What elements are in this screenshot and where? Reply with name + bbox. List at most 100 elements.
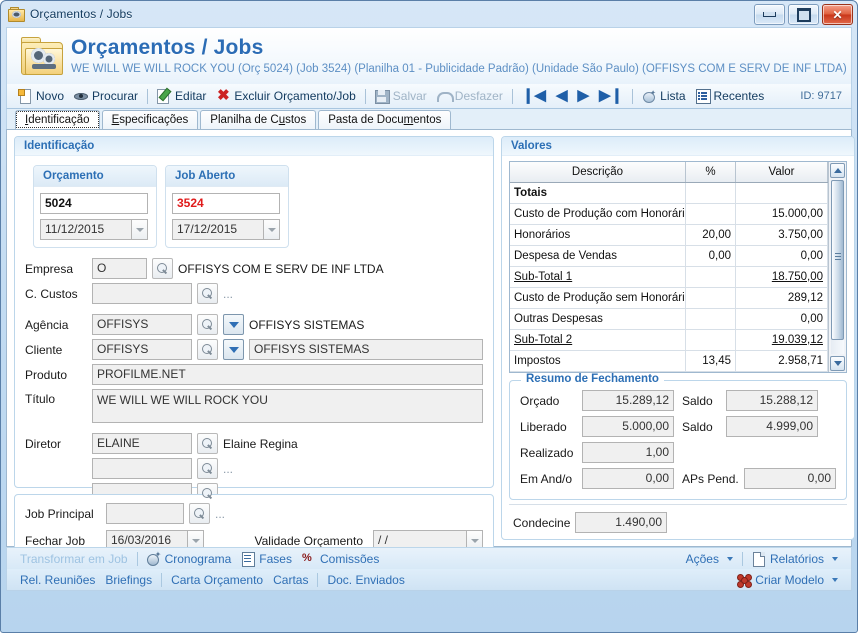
excluir-button[interactable]: ✖ Excluir Orçamento/Job bbox=[211, 86, 360, 107]
orcado-input[interactable]: 15.289,12 bbox=[582, 390, 674, 411]
maximize-button[interactable] bbox=[788, 4, 819, 25]
cliente-dropdown-button[interactable] bbox=[223, 339, 244, 360]
aps-pendentes-input[interactable]: 0,00 bbox=[744, 468, 836, 489]
carta-orcamento-button[interactable]: Carta Orçamento bbox=[166, 573, 268, 587]
nav-prev-button[interactable]: ◀ bbox=[551, 86, 573, 106]
column-header-descricao[interactable]: Descrição bbox=[510, 162, 686, 183]
ccustos-input[interactable] bbox=[92, 283, 192, 304]
agencia-input[interactable]: OFFISYS bbox=[92, 314, 192, 335]
job-principal-input[interactable] bbox=[106, 503, 184, 524]
saldo-orcado-input[interactable]: 15.288,12 bbox=[726, 390, 818, 411]
condecine-input[interactable]: 1.490,00 bbox=[575, 512, 667, 533]
chevron-down-icon bbox=[191, 538, 200, 543]
page-title: Orçamentos / Jobs bbox=[71, 35, 264, 59]
nav-first-button[interactable]: ❙◀ bbox=[517, 86, 551, 106]
table-row[interactable]: Custo de Produção com Honorários 15.000,… bbox=[510, 203, 828, 225]
orcamento-number-input[interactable]: 5024 bbox=[40, 193, 148, 214]
cartas-button[interactable]: Cartas bbox=[268, 573, 313, 587]
tab-planilha-de-custos[interactable]: Planilha de Custos bbox=[200, 110, 317, 129]
diretor2-input[interactable] bbox=[92, 458, 192, 479]
tab-pasta-de-documentos[interactable]: Pasta de Documentos bbox=[318, 110, 452, 129]
left-column: Identificação Orçamento 5024 11/12/2015 bbox=[14, 136, 494, 559]
orcamento-date-dropdown-button[interactable] bbox=[131, 219, 148, 240]
nav-last-button[interactable]: ▶❙ bbox=[594, 86, 628, 106]
chevron-down-icon bbox=[228, 346, 239, 353]
main-toolbar: Novo Procurar Editar ✖ Excluir Orçamento… bbox=[6, 84, 852, 109]
scroll-down-button[interactable] bbox=[830, 356, 845, 371]
table-row[interactable]: Impostos 13,45 2.958,71 bbox=[510, 350, 828, 372]
realizado-input[interactable]: 1,00 bbox=[582, 442, 674, 463]
table-row[interactable]: Honorários 20,00 3.750,00 bbox=[510, 224, 828, 246]
lista-button[interactable]: ✦ Lista bbox=[637, 86, 690, 107]
table-row[interactable]: Sub-Total 2 19.039,12 bbox=[510, 329, 828, 351]
diretor2-search-button[interactable] bbox=[197, 458, 218, 479]
acoes-menu-button[interactable]: Ações bbox=[681, 552, 738, 566]
editar-button[interactable]: Editar bbox=[152, 86, 211, 107]
table-row[interactable]: Despesa de Vendas 0,00 0,00 bbox=[510, 245, 828, 267]
orcamento-date-combo[interactable]: 11/12/2015 bbox=[40, 219, 148, 240]
job-principal-search-button[interactable] bbox=[189, 503, 210, 524]
em-andamento-input[interactable]: 0,00 bbox=[582, 468, 674, 489]
job-aberto-number-input[interactable]: 3524 bbox=[172, 193, 280, 214]
agencia-dropdown-button[interactable] bbox=[223, 314, 244, 335]
novo-button[interactable]: Novo bbox=[13, 86, 69, 107]
close-button[interactable]: ✕ bbox=[822, 4, 853, 25]
orcamento-date-input[interactable]: 11/12/2015 bbox=[40, 219, 131, 240]
cliente-search-button[interactable] bbox=[197, 339, 218, 360]
ccustos-search-button[interactable] bbox=[197, 283, 218, 304]
cell-descricao: Outras Despesas bbox=[510, 308, 686, 330]
scroll-up-button[interactable] bbox=[830, 163, 845, 178]
fases-button[interactable]: Fases bbox=[236, 551, 297, 567]
scrollbar-thumb[interactable] bbox=[831, 180, 844, 340]
column-header-valor[interactable]: Valor bbox=[735, 162, 828, 183]
valores-vertical-scrollbar[interactable] bbox=[828, 162, 846, 372]
valores-group: Valores Descrição % Valor Totais Custo d… bbox=[501, 136, 855, 540]
cliente-description-input[interactable]: OFFISYS SISTEMAS bbox=[249, 339, 483, 360]
job-aberto-date-input[interactable]: 17/12/2015 bbox=[172, 219, 263, 240]
diretor-search-button[interactable] bbox=[197, 433, 218, 454]
cell-descricao: Honorários bbox=[510, 224, 686, 246]
liberado-label: Liberado bbox=[520, 419, 567, 434]
title-bar: Orçamentos / Jobs ✕ bbox=[1, 1, 857, 27]
tab-content-identificacao: Identificação Orçamento 5024 11/12/2015 bbox=[6, 129, 855, 559]
cronograma-button[interactable]: ✦ Cronograma bbox=[142, 550, 237, 566]
produto-input[interactable]: PROFILME.NET bbox=[92, 364, 483, 385]
tab-identificacao[interactable]: IIdentificaçãodentificação bbox=[15, 110, 100, 129]
column-header-percent[interactable]: % bbox=[685, 162, 736, 183]
titulo-input[interactable]: WE WILL WE WILL ROCK YOU bbox=[92, 389, 483, 423]
procurar-button[interactable]: Procurar bbox=[69, 86, 143, 107]
cliente-input[interactable]: OFFISYS bbox=[92, 339, 192, 360]
recentes-button[interactable]: Recentes bbox=[691, 86, 770, 107]
minimize-button[interactable] bbox=[754, 4, 785, 25]
cell-descricao: Totais bbox=[510, 182, 686, 204]
transformar-em-job-button[interactable]: Transformar em Job bbox=[15, 552, 133, 566]
scrollbar-track[interactable] bbox=[831, 180, 844, 354]
job-aberto-card-header: Job Aberto bbox=[166, 166, 288, 187]
rel-reunioes-button[interactable]: Rel. Reuniões bbox=[15, 573, 100, 587]
criar-modelo-menu-button[interactable]: Criar Modelo bbox=[732, 573, 843, 588]
nav-next-button[interactable]: ▶ bbox=[572, 86, 594, 106]
job-aberto-date-combo[interactable]: 17/12/2015 bbox=[172, 219, 280, 240]
identificacao-group-title: Identificação bbox=[15, 137, 493, 156]
empresa-input[interactable]: O bbox=[92, 258, 147, 279]
table-row[interactable]: Custo de Produção sem Honorários 289,12 bbox=[510, 287, 828, 309]
cell-descricao: Despesa de Vendas bbox=[510, 245, 686, 267]
table-row[interactable]: Sub-Total 1 18.750,00 bbox=[510, 266, 828, 288]
agencia-search-button[interactable] bbox=[197, 314, 218, 335]
salvar-button[interactable]: Salvar bbox=[370, 86, 432, 107]
briefings-button[interactable]: Briefings bbox=[100, 573, 157, 587]
diretor-input[interactable]: ELAINE bbox=[92, 433, 192, 454]
table-row[interactable]: Outras Despesas 0,00 bbox=[510, 308, 828, 330]
tab-especificacoes[interactable]: Especificações bbox=[101, 110, 199, 129]
tab-strip: IIdentificaçãodentificação Especificaçõe… bbox=[6, 109, 852, 129]
saldo-liberado-input[interactable]: 4.999,00 bbox=[726, 416, 818, 437]
empresa-search-button[interactable] bbox=[152, 258, 173, 279]
relatorios-menu-button[interactable]: Relatórios bbox=[747, 551, 843, 567]
doc-enviados-button[interactable]: Doc. Enviados bbox=[322, 573, 409, 587]
job-aberto-date-dropdown-button[interactable] bbox=[263, 219, 280, 240]
desfazer-button[interactable]: Desfazer bbox=[432, 86, 508, 107]
cell-descricao: Custo de Produção com Honorários bbox=[510, 203, 686, 225]
liberado-input[interactable]: 5.000,00 bbox=[582, 416, 674, 437]
table-row[interactable]: Totais bbox=[510, 182, 828, 204]
comissoes-button[interactable]: % Comissões bbox=[297, 552, 384, 566]
